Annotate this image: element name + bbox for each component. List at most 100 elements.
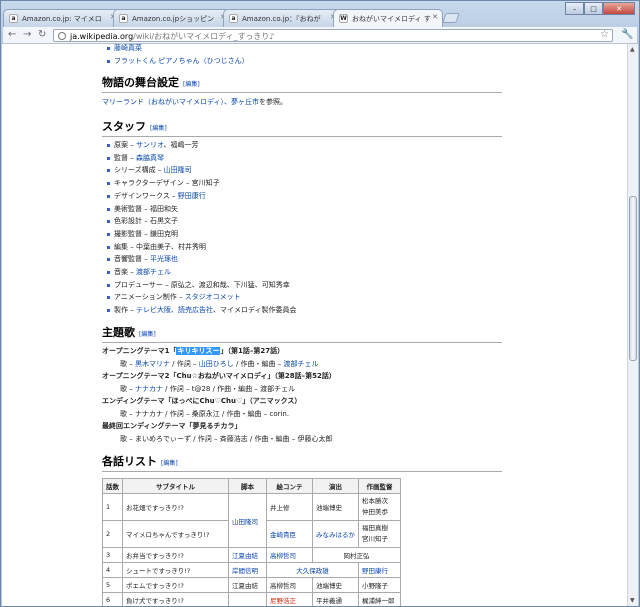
- episode-director: 平井義通: [312, 592, 359, 606]
- staff-role: 原案 –: [114, 141, 136, 149]
- tab-wikipedia[interactable]: W おねがいマイメロディ す ✕: [333, 9, 443, 27]
- lyricist-link[interactable]: 山田ひろし: [199, 360, 234, 368]
- op1-song-selected[interactable]: キリキリスー: [176, 347, 221, 355]
- column-header: 演出: [312, 478, 359, 494]
- storyboard-link[interactable]: 高柳哲司: [270, 552, 296, 560]
- staff-role: プロデューサー – 原弘之、渡辺和哉、下川猛、可知秀幸: [114, 280, 290, 289]
- back-arrow-icon[interactable]: ←: [8, 29, 16, 41]
- ed-title: エンディングテーマ「ほっぺにChu♡Chu♡」（アニマックス）: [102, 397, 302, 405]
- forward-arrow-icon[interactable]: →: [23, 29, 31, 41]
- staff-role: デザインワークス –: [114, 191, 178, 200]
- column-header: 脚本: [228, 478, 267, 494]
- maximize-button[interactable]: □: [584, 2, 603, 15]
- edit-link[interactable]: [編集]: [139, 331, 156, 338]
- bookmark-star-icon[interactable]: ☆: [600, 29, 609, 40]
- episode-director-animation: 岡村正弘: [312, 547, 401, 563]
- staff-list: 原案 – サンリオ、福嶋一芳 監督 – 森脇真琴 シリーズ構成 – 山田隆司 キャラク…: [102, 139, 296, 317]
- storyboard-link[interactable]: 大久保政雄: [296, 567, 329, 575]
- browser-toolbar: ← → ↻ ja.wikipedia.org/wiki/おねがいマイメロディ_す…: [3, 27, 637, 44]
- url-host: ja.wikipedia.org: [70, 32, 134, 41]
- setting-suffix: を参照。: [259, 98, 288, 106]
- staff-role: キャラクターデザイン – 宮川知子: [114, 179, 220, 188]
- tab-label: おねがいマイメロディ す: [352, 15, 431, 23]
- tab-amazon-2[interactable]: a Amazon.co.jpショッピン ✕: [113, 9, 231, 27]
- table-row: 5 ポエムですっきり!? 江夏由結 高柳哲司 池端博史 小野隆子: [102, 577, 401, 593]
- url-path: /wiki/おねがいマイメロディ_すっきり♪: [133, 32, 275, 41]
- composer-link[interactable]: 渡部チェル: [283, 360, 318, 368]
- staff-link[interactable]: 渡部チェル: [136, 268, 171, 276]
- tab-amazon-3[interactable]: a Amazon.co.jp：『おねが ✕: [223, 9, 341, 27]
- singer-link[interactable]: ナナカナ: [135, 385, 163, 393]
- staff-rest: 、マイメロディ製作委員会: [212, 306, 297, 315]
- episode-storyboard-director: 大久保政雄: [266, 562, 359, 578]
- credit-text: / 作曲・編曲 –: [233, 359, 284, 368]
- episode-title: 負け犬ですっきり!?: [122, 592, 229, 606]
- episode-animation: 小野隆子: [358, 577, 401, 593]
- episode-number: 2: [102, 520, 123, 548]
- op2-title: オープニングテーマ2「Chu☆おねがいマイメロディ」（第28話–第52話）: [102, 372, 336, 380]
- scrollbar-thumb[interactable]: [629, 196, 637, 361]
- tab-amazon-1[interactable]: a Amazon.co.jp: マイメロ ✕: [3, 9, 121, 27]
- minimize-button[interactable]: –: [565, 2, 584, 15]
- final-ed-credit: 歌 – まいめろでぃーず / 作詞 – 斉藤浩志 / 作曲・編曲 – 伊藤心太郎: [120, 434, 333, 443]
- scroll-up-icon[interactable]: ▲: [630, 46, 635, 53]
- staff-link[interactable]: テレビ大阪、読売広告社: [136, 306, 213, 314]
- character-link[interactable]: 藤崎真菜: [114, 44, 142, 52]
- setting-paragraph: マリーランド（おねがいマイメロディ）、夢ヶ丘市を参照。: [102, 97, 287, 107]
- list-item: シリーズ構成 – 山田隆司: [102, 164, 296, 177]
- staff-role: シリーズ構成 –: [114, 166, 164, 175]
- list-item: 音響監督 – 平光琢也: [102, 253, 296, 266]
- address-bar[interactable]: ja.wikipedia.org/wiki/おねがいマイメロディ_すっきり♪ ☆: [53, 29, 613, 42]
- storyboard-redlink[interactable]: 尼野浩正: [270, 597, 296, 605]
- director-link[interactable]: みなみはるか: [316, 531, 355, 539]
- writer-link[interactable]: 岸間信明: [232, 567, 258, 575]
- section-heading-episodes: 各話リスト [編集]: [102, 453, 502, 472]
- scroll-down-icon[interactable]: ▼: [630, 597, 635, 604]
- edit-link[interactable]: [編集]: [183, 81, 200, 88]
- staff-role: 監督 –: [114, 153, 136, 162]
- tab-close-icon[interactable]: ✕: [432, 13, 438, 21]
- credit-text: 歌 –: [120, 384, 135, 393]
- staff-link[interactable]: 平光琢也: [150, 255, 178, 263]
- episode-script: 江夏由結: [228, 577, 267, 593]
- staff-role: 音楽 –: [114, 268, 136, 277]
- episode-animation: 梶浦紳一郎: [358, 592, 401, 606]
- vertical-scrollbar[interactable]: ▲ ▼: [627, 44, 638, 606]
- setting-link[interactable]: マリーランド（おねがいマイメロディ）、夢ヶ丘市: [102, 98, 259, 106]
- wikipedia-favicon-icon: W: [339, 14, 348, 23]
- animator-link[interactable]: 野田康行: [362, 567, 388, 575]
- episode-table: 話数 サブタイトル 脚本 絵コンテ 演出 作画監督 1 お花畑ですっきり!? 山…: [102, 478, 401, 606]
- window-controls: – □ ✕: [565, 2, 635, 16]
- close-window-button[interactable]: ✕: [603, 2, 635, 15]
- edit-link[interactable]: [編集]: [150, 125, 167, 132]
- edit-link[interactable]: [編集]: [161, 460, 178, 467]
- table-row: 6 負け犬ですっきり!? 尼野浩正 平井義通 梶浦紳一郎: [102, 592, 401, 606]
- staff-link[interactable]: 山田隆司: [164, 166, 192, 174]
- amazon-favicon-icon: a: [9, 14, 18, 23]
- staff-link[interactable]: 野田康行: [178, 192, 206, 200]
- storyboard-link[interactable]: 金崎貴臣: [270, 531, 296, 539]
- new-tab-button[interactable]: [442, 13, 460, 23]
- theme-songs: オープニングテーマ1「キリキリスー」（第1話–第27話） 歌 – 黒木マリナ /…: [102, 345, 336, 445]
- episode-storyboard: 金崎貴臣: [266, 520, 313, 548]
- column-header: サブタイトル: [122, 478, 229, 494]
- episode-title: シュートですっきり!?: [122, 562, 229, 578]
- table-row: 1 お花畑ですっきり!? 山田隆司 井上修 池端博史 松本勝次 仲田美歩: [102, 493, 401, 548]
- wrench-menu-icon[interactable]: 🔧: [621, 29, 633, 40]
- list-item: 色彩設計 – 石黒文子: [102, 215, 296, 228]
- staff-link[interactable]: 森脇真琴: [136, 154, 164, 162]
- list-item: 藤崎真菜: [102, 44, 249, 55]
- episode-script: 江夏由結: [228, 547, 267, 563]
- list-item: 音楽 – 渡部チェル: [102, 266, 296, 279]
- staff-link[interactable]: サンリオ: [136, 141, 164, 149]
- writer-link[interactable]: 江夏由結: [232, 552, 258, 560]
- staff-link[interactable]: スタジオコメット: [185, 293, 241, 301]
- tab-label: Amazon.co.jp：『おねが: [242, 15, 321, 23]
- writer-link[interactable]: 山田隆司: [232, 518, 258, 526]
- reload-icon[interactable]: ↻: [38, 29, 46, 41]
- column-header: 作画監督: [358, 478, 401, 494]
- character-link[interactable]: フラットくん ピアノちゃん（ひつじさん）: [114, 57, 249, 65]
- singer-link[interactable]: 黒木マリナ: [135, 360, 170, 368]
- episode-storyboard: 高柳哲司: [266, 577, 313, 593]
- staff-role: 編集 – 中葉由美子、村井秀明: [114, 242, 206, 251]
